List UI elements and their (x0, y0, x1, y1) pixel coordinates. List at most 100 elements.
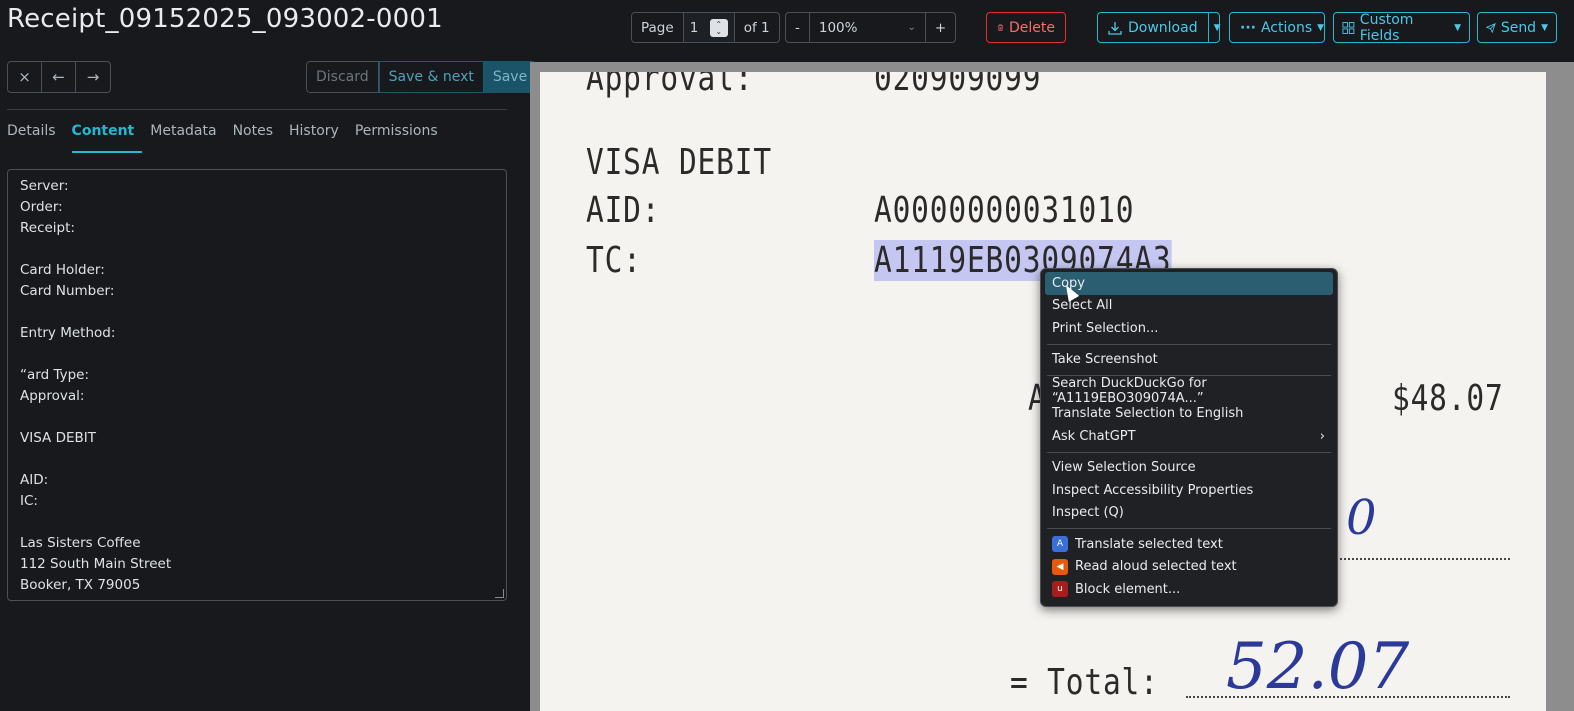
tab-details[interactable]: Details (7, 123, 64, 153)
menu-item-translate-selection-to-english[interactable]: Translate Selection to English (1045, 403, 1333, 426)
save-group: Discard Save & next Save (306, 61, 537, 93)
send-label: Send (1500, 19, 1537, 36)
caret-down-icon: ▼ (1541, 22, 1548, 33)
receipt-tc-label: TC: (586, 240, 642, 281)
context-menu: Copy Select All Print Selection... Take Scr… (1040, 268, 1338, 607)
tab-content[interactable]: Content (71, 123, 143, 153)
tab-notes[interactable]: Notes (233, 123, 281, 153)
caret-down-icon: ▼ (1213, 22, 1221, 33)
tab-permissions[interactable]: Permissions (355, 123, 446, 153)
caret-down-icon: ▼ (1317, 22, 1325, 33)
previous-button[interactable]: ← (42, 62, 76, 92)
ellipsis-icon: ··· (1240, 19, 1256, 36)
discard-button[interactable]: Discard (306, 61, 379, 93)
content-textarea[interactable]: Server: Order: Receipt: Card Holder: Card Nu… (7, 169, 507, 601)
menu-item-label: Inspect (Q) (1052, 505, 1124, 521)
divider (7, 109, 507, 110)
send-button[interactable]: Send ▼ (1477, 12, 1557, 43)
content-line: Las Sisters Coffee (20, 535, 141, 551)
page-number-input[interactable]: 1 ⌃ ⌄ (683, 13, 735, 42)
receipt-tip-handwritten: 0 (1346, 490, 1377, 546)
content-line: Server: (20, 178, 69, 194)
tab-metadata[interactable]: Metadata (150, 123, 224, 153)
custom-fields-label: Custom Fields (1359, 11, 1414, 44)
menu-item-take-screenshot[interactable]: Take Screenshot (1045, 349, 1333, 372)
save-button[interactable]: Save (483, 61, 537, 93)
resize-handle-icon[interactable] (495, 589, 504, 598)
content-line: Booker, TX 79005 (20, 577, 141, 593)
chevron-right-icon: › (1319, 428, 1325, 444)
menu-item-block-element[interactable]: u Block element... (1045, 578, 1333, 601)
menu-item-print-selection[interactable]: Print Selection... (1045, 317, 1333, 340)
caret-down-icon: ▼ (1454, 22, 1461, 33)
menu-item-label: Search DuckDuckGo for “A1119EBO309074A..… (1052, 376, 1207, 407)
menu-item-label: Print Selection... (1052, 320, 1159, 336)
page-count: of 1 (743, 19, 770, 36)
menu-item-inspect-q[interactable]: Inspect (Q) (1045, 502, 1333, 525)
trash-icon (998, 24, 1003, 32)
receipt-approval-label: Approval: (586, 72, 754, 99)
menu-item-read-aloud-selected-text[interactable]: ◀ Read aloud selected text (1045, 556, 1333, 579)
download-label: Download (1128, 19, 1198, 36)
save-next-button[interactable]: Save & next (378, 61, 484, 93)
content-line: Card Holder: (20, 262, 105, 278)
menu-item-label: Read aloud selected text (1075, 559, 1237, 575)
page-number-value: 1 (689, 19, 699, 36)
content-line (20, 409, 494, 430)
zoom-out-button[interactable]: - (786, 13, 810, 42)
menu-item-label: Take Screenshot (1052, 352, 1158, 368)
content-line: “ard Type: (20, 367, 89, 383)
chevron-down-icon: ⌄ (907, 22, 916, 33)
custom-fields-icon (1342, 21, 1355, 34)
content-line: Approval: (20, 388, 85, 404)
content-line: AID: (20, 472, 49, 488)
zoom-control: - 100% ⌄ + (785, 12, 957, 43)
receipt-total-handwritten: 52.07 (1226, 630, 1410, 704)
zoom-in-button[interactable]: + (926, 13, 955, 42)
receipt-aid-value: A0000000031010 (874, 190, 1135, 231)
menu-item-select-all[interactable]: Select All (1045, 295, 1333, 318)
total-line (1186, 696, 1510, 698)
page-label: Page (632, 13, 684, 42)
menu-item-translate-selected-text[interactable]: A Translate selected text (1045, 533, 1333, 556)
page-spinner-icon[interactable]: ⌃ ⌄ (709, 18, 728, 37)
zoom-select[interactable]: 100% ⌄ (810, 13, 926, 42)
menu-separator (1047, 343, 1331, 345)
delete-button[interactable]: Delete (986, 12, 1066, 43)
content-text: Server: Order: Receipt: Card Holder: Card Nu… (20, 178, 494, 600)
custom-fields-button[interactable]: Custom Fields ▼ (1333, 11, 1470, 44)
download-button[interactable]: Download (1098, 13, 1209, 42)
content-line (20, 304, 494, 325)
content-line (20, 346, 494, 367)
document-title: Receipt_09152025_093002-0001 (7, 4, 443, 34)
delete-label: Delete (1009, 19, 1055, 36)
menu-item-label: Block element... (1075, 581, 1181, 597)
download-menu-toggle[interactable]: ▼ (1214, 23, 1221, 33)
content-line: 112 South Main Street (20, 556, 172, 572)
menu-item-view-selection-source[interactable]: View Selection Source (1045, 457, 1333, 480)
translate-icon: A (1052, 536, 1068, 553)
content-line: Card Number: (20, 283, 115, 299)
receipt-total-label: = Total: (1010, 662, 1159, 703)
tab-bar: Details Content Metadata Notes History P… (7, 123, 454, 153)
actions-button[interactable]: ··· Actions ▼ (1229, 12, 1325, 43)
ublock-icon: u (1052, 581, 1068, 598)
content-line: Order: (20, 199, 63, 215)
menu-item-search-duckduckgo-for-a1119ebo[interactable]: Search DuckDuckGo for “A1119EBO309074A..… (1045, 376, 1333, 406)
send-icon (1486, 22, 1496, 33)
menu-item-label: View Selection Source (1052, 460, 1196, 476)
menu-item-label: Inspect Accessibility Properties (1052, 482, 1254, 498)
menu-item-copy[interactable]: Copy (1045, 272, 1333, 295)
menu-item-inspect-accessibility-properti[interactable]: Inspect Accessibility Properties (1045, 479, 1333, 502)
menu-item-label: Translate Selection to English (1052, 406, 1244, 422)
page-navigator: Page 1 ⌃ ⌄ of 1 (631, 12, 780, 43)
content-line (20, 451, 494, 472)
close-button[interactable]: × (8, 62, 42, 92)
next-button[interactable]: → (76, 62, 110, 92)
menu-separator (1047, 528, 1331, 529)
tab-history[interactable]: History (289, 123, 347, 153)
receipt-amount: $48.07 (1392, 378, 1504, 419)
actions-label: Actions (1260, 19, 1313, 36)
menu-item-ask-chatgpt[interactable]: Ask ChatGPT › (1045, 425, 1333, 448)
content-line (20, 241, 494, 262)
